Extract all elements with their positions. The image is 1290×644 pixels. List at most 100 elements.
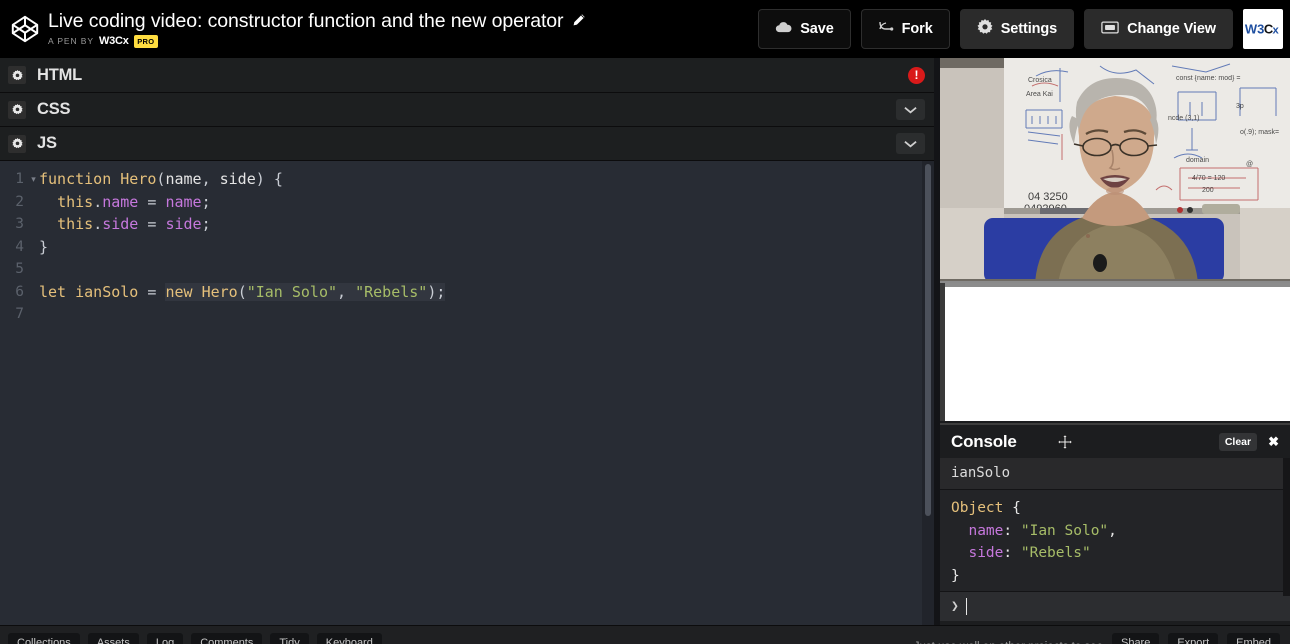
svg-text:x: x bbox=[1273, 24, 1280, 36]
svg-text:Crosica: Crosica bbox=[1028, 77, 1052, 84]
svg-text:const {name: mod} =: const {name: mod} = bbox=[1176, 75, 1240, 82]
console-output-line: } bbox=[951, 567, 960, 584]
pen-byline: A PEN BY W3Cx PRO bbox=[48, 34, 586, 49]
pane-controls-css bbox=[896, 99, 934, 120]
move-cursor-icon[interactable] bbox=[1056, 433, 1073, 450]
code-content[interactable]: function Hero(name, side) { this.name = … bbox=[39, 168, 446, 326]
bottom-bar-button[interactable]: Tidy bbox=[270, 633, 309, 644]
save-button[interactable]: Save bbox=[758, 9, 851, 49]
save-button-label: Save bbox=[800, 21, 834, 37]
pane-title-css: CSS bbox=[37, 100, 71, 118]
gear-icon bbox=[977, 19, 993, 39]
console-scrollbar[interactable] bbox=[1283, 458, 1290, 596]
bottom-bar-button[interactable]: Comments bbox=[191, 633, 263, 644]
chevron-down-icon[interactable] bbox=[896, 133, 925, 154]
bottom-bar: Collections Assets Log Comments Tidy Key… bbox=[0, 625, 1290, 644]
change-view-button[interactable]: Change View bbox=[1084, 9, 1233, 49]
pane-header-css[interactable]: CSS bbox=[0, 93, 934, 127]
fork-button-label: Fork bbox=[901, 21, 933, 37]
line-number: 6 bbox=[15, 283, 24, 300]
pen-title-text: Live coding video: constructor function … bbox=[48, 9, 564, 32]
console-title: Console bbox=[951, 431, 1017, 451]
svg-text:o(.9); mask=: o(.9); mask= bbox=[1240, 129, 1279, 136]
page-title[interactable]: Live coding video: constructor function … bbox=[48, 10, 586, 32]
console-panel: Console Clear ✖ ianSolo Object { name: "… bbox=[940, 423, 1290, 625]
bottom-bar-left-buttons: Collections Assets Log Comments Tidy Key… bbox=[0, 626, 382, 644]
fork-icon bbox=[878, 20, 894, 38]
byline-author[interactable]: W3Cx bbox=[99, 36, 129, 47]
console-header-buttons: Clear ✖ bbox=[1218, 432, 1284, 451]
preview-top-edge bbox=[945, 283, 1290, 287]
svg-text:04 3250: 04 3250 bbox=[1028, 191, 1068, 203]
top-bar: Live coding video: constructor function … bbox=[0, 0, 1290, 58]
pane-header-html[interactable]: HTML ! bbox=[0, 58, 934, 93]
pane-title-html: HTML bbox=[37, 65, 83, 84]
bottom-bar-right-buttons: Just use well on other projects to see S… bbox=[914, 626, 1290, 644]
bottom-bar-button[interactable]: Collections bbox=[8, 633, 80, 644]
svg-text:4/70 = 120: 4/70 = 120 bbox=[1192, 175, 1225, 182]
line-number-gutter: 1 2 3 4 5 6 7 bbox=[0, 168, 28, 326]
change-view-button-label: Change View bbox=[1127, 21, 1216, 37]
line-number: 4 bbox=[15, 238, 24, 255]
console-output-line: name: "Ian Solo", bbox=[968, 522, 1117, 539]
prompt-chevron-icon: ❯ bbox=[951, 599, 959, 614]
svg-text:W3: W3 bbox=[1245, 21, 1264, 36]
code-line: } bbox=[39, 237, 49, 256]
settings-button-label: Settings bbox=[1000, 21, 1058, 37]
codepen-logo-icon[interactable] bbox=[10, 14, 40, 44]
error-badge[interactable]: ! bbox=[908, 66, 925, 84]
gear-icon[interactable] bbox=[8, 134, 26, 153]
code-line: this.name = name; bbox=[57, 192, 211, 211]
svg-text:domain: domain bbox=[1186, 157, 1209, 164]
editor-scrollbar-track[interactable] bbox=[922, 161, 934, 625]
bottom-bar-button[interactable]: Embed bbox=[1227, 633, 1280, 644]
codepen-editor-app: Live coding video: constructor function … bbox=[0, 0, 1290, 644]
console-input-row[interactable]: ❯ bbox=[940, 591, 1290, 621]
right-column: Crosica Area Kai const {name: mod} = ncd… bbox=[940, 58, 1290, 625]
settings-button[interactable]: Settings bbox=[959, 9, 1075, 49]
console-echo-line: ianSolo bbox=[940, 458, 1290, 490]
cloud-icon bbox=[775, 21, 792, 37]
console-output: Object { name: "Ian Solo", side: "Rebels… bbox=[940, 490, 1290, 591]
live-coding-video[interactable]: Crosica Area Kai const {name: mod} = ncd… bbox=[940, 58, 1290, 283]
pro-badge: PRO bbox=[133, 34, 158, 49]
text-caret bbox=[965, 598, 968, 615]
editor-scrollbar-thumb[interactable] bbox=[925, 164, 931, 516]
pen-title-block: Live coding video: constructor function … bbox=[48, 10, 586, 49]
bottom-bar-note: Just use well on other projects to see bbox=[914, 633, 1103, 644]
console-header[interactable]: Console Clear ✖ bbox=[940, 425, 1290, 458]
svg-text:200: 200 bbox=[1202, 187, 1214, 194]
pen-brand: Live coding video: constructor function … bbox=[0, 10, 586, 49]
line-number: 3 bbox=[15, 216, 24, 232]
bottom-bar-button[interactable]: Share bbox=[1111, 633, 1160, 644]
bottom-bar-button[interactable]: Keyboard bbox=[316, 633, 382, 644]
top-action-buttons: Save Fork Settings Change View W3 C x bbox=[758, 9, 1290, 49]
pane-header-js[interactable]: JS bbox=[0, 127, 934, 161]
fold-triangle-icon[interactable]: ▾ bbox=[28, 168, 39, 191]
svg-text:ncde (3,1): ncde (3,1) bbox=[1168, 115, 1200, 122]
bottom-bar-button[interactable]: Log bbox=[146, 633, 184, 644]
fork-button[interactable]: Fork bbox=[860, 9, 950, 49]
js-code-editor[interactable]: 1 2 3 4 5 6 7 ▾ function Hero(name, side… bbox=[0, 161, 934, 625]
avatar[interactable]: W3 C x bbox=[1243, 9, 1283, 49]
bottom-bar-button[interactable]: Export bbox=[1168, 633, 1219, 644]
preview-iframe[interactable] bbox=[940, 283, 1290, 421]
console-clear-button[interactable]: Clear bbox=[1218, 432, 1258, 451]
line-number: 5 bbox=[15, 261, 24, 277]
line-number: 7 bbox=[15, 306, 24, 322]
chevron-down-icon[interactable] bbox=[896, 99, 925, 120]
bottom-bar-button[interactable]: Assets bbox=[87, 633, 139, 644]
layout-icon bbox=[1101, 20, 1119, 38]
gear-icon[interactable] bbox=[8, 66, 26, 84]
pane-controls-js bbox=[896, 133, 934, 154]
pencil-icon[interactable] bbox=[572, 10, 586, 32]
pane-controls-html: ! bbox=[908, 66, 934, 84]
svg-text:Area Kai: Area Kai bbox=[1026, 91, 1053, 98]
gear-icon[interactable] bbox=[8, 100, 26, 119]
svg-text:@: @ bbox=[1246, 161, 1253, 168]
code-inner: 1 2 3 4 5 6 7 ▾ function Hero(name, side… bbox=[0, 161, 934, 326]
code-fold-gutter[interactable]: ▾ bbox=[28, 168, 39, 326]
close-icon[interactable]: ✖ bbox=[1263, 434, 1284, 450]
line-number: 2 bbox=[15, 193, 24, 210]
